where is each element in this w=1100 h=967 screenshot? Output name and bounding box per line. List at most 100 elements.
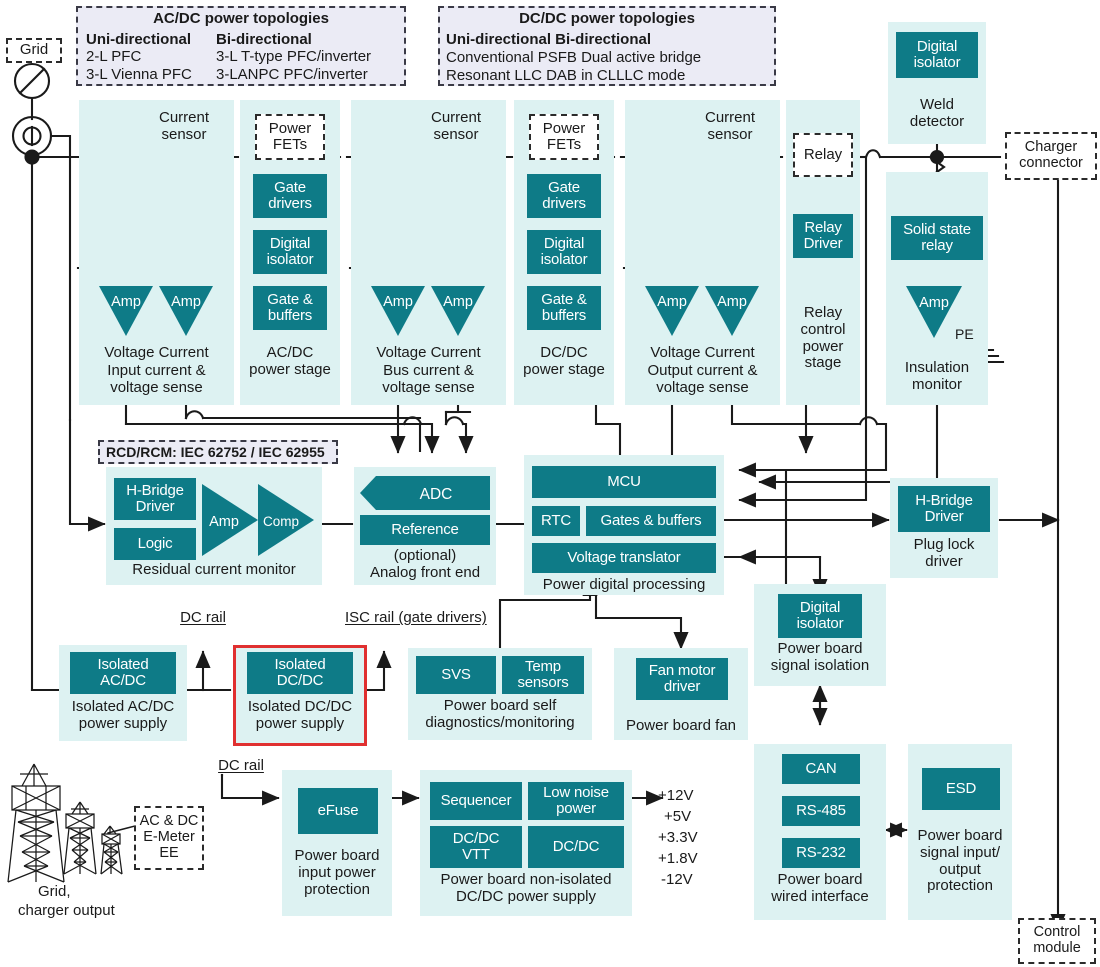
can-block[interactable]: CAN [782, 754, 860, 784]
rail-output-5: -12V [661, 871, 693, 888]
digital-isolator-2[interactable]: Digital isolator [527, 230, 601, 274]
input-sense-caption: Input current & voltage sense [107, 362, 206, 396]
acdc-uni-row-1: 2-L PFC [86, 48, 142, 65]
diagram-canvas: AC/DC power topologies Uni-directional B… [0, 0, 1100, 967]
isolated-acdc-block[interactable]: Isolated AC/DC [70, 652, 176, 694]
current-sensor-label-3: Current sensor [704, 109, 756, 143]
svg-text:Amp: Amp [443, 294, 473, 310]
dcdc-topologies-title: DC/DC power topologies [519, 10, 695, 27]
grid-caption-line2: charger output [18, 902, 115, 919]
charger-connector-tag: Charger connector [1005, 132, 1097, 180]
transmission-towers-illustration [7, 763, 123, 883]
solid-state-relay[interactable]: Solid state relay [891, 216, 983, 260]
svg-text:Amp: Amp [717, 294, 747, 310]
wired-interface-caption: Power board wired interface [771, 871, 869, 905]
emeter-tag: AC & DC E-Meter EE [134, 806, 204, 870]
gate-drivers-2[interactable]: Gate drivers [527, 174, 601, 218]
rcm-logic[interactable]: Logic [114, 528, 196, 560]
rail-output-4: +1.8V [658, 850, 698, 867]
voltage-current-legend-3: Voltage Current [650, 344, 755, 361]
relay-tag: Relay [793, 133, 853, 177]
dcdc-vtt-block[interactable]: DC/DC VTT [430, 826, 522, 868]
svg-text:Amp: Amp [111, 294, 141, 310]
amp-triangles-2: Amp Amp [371, 286, 485, 336]
afe-reference[interactable]: Reference [360, 515, 490, 545]
analog-front-end-caption: (optional) Analog front end [369, 547, 481, 581]
svg-text:Amp: Amp [383, 294, 413, 310]
acdc-uni-row-2: 3-L Vienna PFC [86, 66, 192, 83]
dcdc-row-2: Resonant LLC DAB in CLLLC mode [446, 67, 686, 84]
power-board-fan-caption: Power board fan [625, 717, 737, 734]
residual-current-monitor-caption: Residual current monitor [132, 561, 296, 578]
dcdc-direction-heads: Uni-directional Bi-directional [446, 31, 652, 48]
isolated-acdc-caption: Isolated AC/DC power supply [71, 698, 175, 732]
temp-sensors-block[interactable]: Temp sensors [502, 656, 584, 694]
power-digital-processing-caption: Power digital processing [542, 576, 706, 593]
control-module-tag: Control module [1018, 918, 1096, 964]
rtc-block[interactable]: RTC [532, 506, 580, 536]
gates-buffers-block[interactable]: Gates & buffers [586, 506, 716, 536]
plug-lock-caption: Plug lock driver [913, 536, 975, 570]
dcdc-row-1: Conventional PSFB Dual active bridge [446, 49, 702, 66]
svg-text:Amp: Amp [171, 294, 201, 310]
acdc-bi-row-2: 3-LANPC PFC/inverter [216, 66, 368, 83]
dcdc-power-stage-caption: DC/DC power stage [523, 344, 605, 378]
dcdc-block[interactable]: DC/DC [528, 826, 624, 868]
mcu-block[interactable]: MCU [532, 466, 716, 498]
amp-triangles-3: Amp Amp [645, 286, 759, 336]
rcd-standard-text: RCD/RCM: IEC 62752 / IEC 62955 [106, 444, 325, 460]
svs-block[interactable]: SVS [416, 656, 496, 694]
insulation-monitor-caption: Insulation monitor [904, 359, 970, 393]
non-isolated-supply-caption: Power board non-isolated DC/DC power sup… [440, 871, 612, 905]
io-protection-caption: Power board signal input/ output protect… [917, 827, 1003, 895]
isolated-dcdc-block[interactable]: Isolated DC/DC [247, 652, 353, 694]
dc-rail-label-1: DC rail [180, 609, 226, 626]
fan-motor-driver-block[interactable]: Fan motor driver [636, 658, 728, 700]
pe-label: PE [955, 326, 974, 342]
weld-detector-caption: Weld detector [909, 96, 965, 130]
voltage-translator-block[interactable]: Voltage translator [532, 543, 716, 573]
efuse-block[interactable]: eFuse [298, 788, 378, 834]
plug-lock-h-bridge-driver[interactable]: H-Bridge Driver [898, 486, 990, 532]
acdc-bi-head: Bi-directional [216, 31, 312, 48]
gate-drivers-1[interactable]: Gate drivers [253, 174, 327, 218]
rcm-amp-comp-triangles: Amp Comp [202, 484, 314, 556]
acdc-power-stage-caption: AC/DC power stage [249, 344, 331, 378]
sequencer-block[interactable]: Sequencer [430, 782, 522, 820]
bus-sense-caption: Bus current & voltage sense [382, 362, 475, 396]
isc-rail-label: ISC rail (gate drivers) [345, 609, 487, 626]
rcm-h-bridge-driver[interactable]: H-Bridge Driver [114, 478, 196, 520]
rail-output-3: +3.3V [658, 829, 698, 846]
esd-block[interactable]: ESD [922, 768, 1000, 810]
weld-digital-isolator[interactable]: Digital isolator [896, 32, 978, 78]
self-diagnostics-caption: Power board self diagnostics/monitoring [425, 697, 575, 731]
power-fets-1: Power FETs [255, 114, 325, 160]
rcd-standard-tag: RCD/RCM: IEC 62752 / IEC 62955 [98, 440, 338, 464]
adc-arrow-block[interactable]: ADC [360, 476, 490, 510]
rs485-block[interactable]: RS-485 [782, 796, 860, 826]
rs232-block[interactable]: RS-232 [782, 838, 860, 868]
svg-text:Comp: Comp [263, 514, 299, 529]
gate-buffers-1[interactable]: Gate & buffers [253, 286, 327, 330]
svg-text:Amp: Amp [657, 294, 687, 310]
amp-triangles-1: Amp Amp [99, 286, 213, 336]
current-sensor-label-2: Current sensor [430, 109, 482, 143]
svg-text:Amp: Amp [209, 514, 239, 530]
gate-buffers-2[interactable]: Gate & buffers [527, 286, 601, 330]
voltage-current-legend-1: Voltage Current [104, 344, 209, 361]
output-sense-caption: Output current & voltage sense [647, 362, 758, 396]
relay-control-caption: Relay control power stage [800, 304, 846, 372]
low-noise-power-block[interactable]: Low noise power [528, 782, 624, 820]
grid-tag: Grid [6, 38, 62, 63]
digital-isolator-1[interactable]: Digital isolator [253, 230, 327, 274]
isolated-dcdc-caption: Isolated DC/DC power supply [247, 698, 353, 732]
svg-text:Amp: Amp [919, 295, 949, 311]
dc-rail-label-2: DC rail [218, 757, 264, 774]
signal-isolation-caption: Power board signal isolation [770, 640, 870, 674]
voltage-current-legend-2: Voltage Current [376, 344, 481, 361]
signal-isolation-digital-isolator[interactable]: Digital isolator [778, 594, 862, 638]
acdc-topologies-title: AC/DC power topologies [153, 10, 329, 27]
grid-caption-line1: Grid, [38, 883, 71, 900]
power-fets-2: Power FETs [529, 114, 599, 160]
relay-driver[interactable]: Relay Driver [793, 214, 853, 258]
